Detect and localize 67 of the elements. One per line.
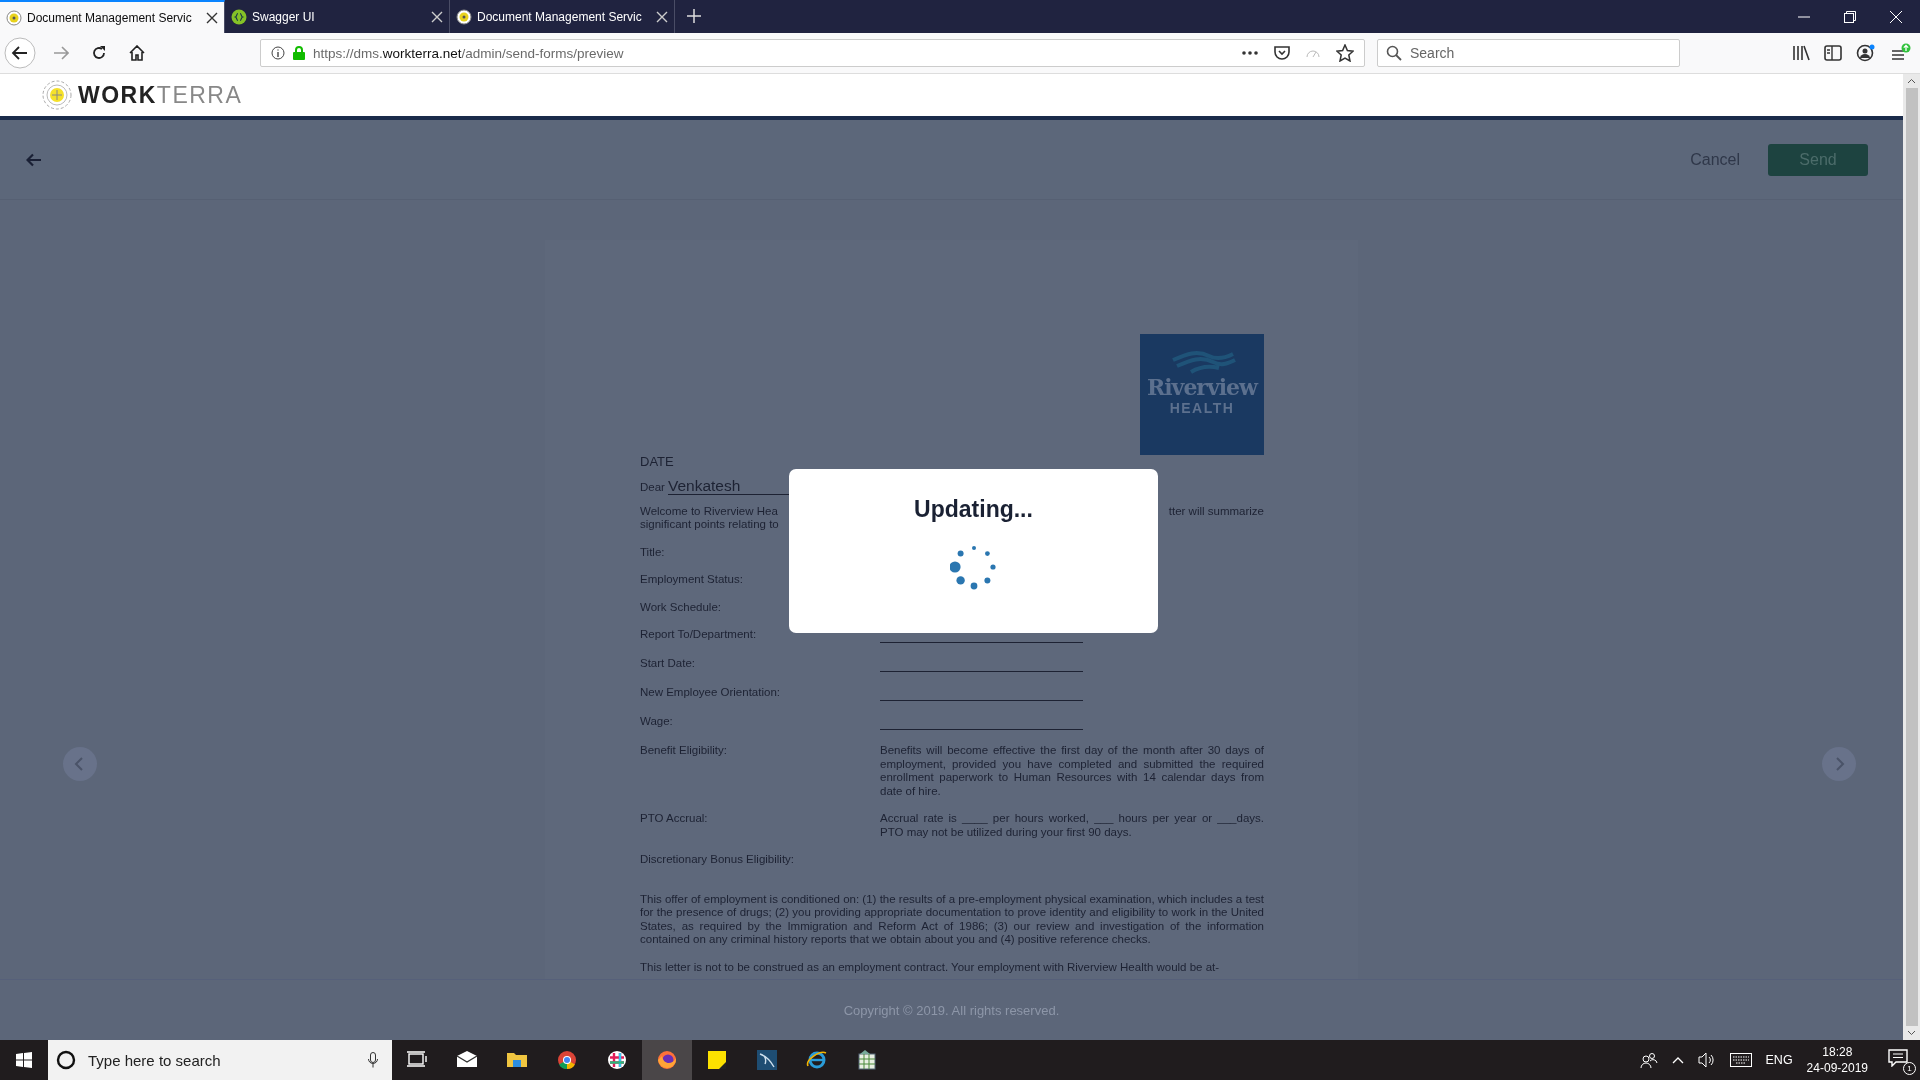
braces-icon [231, 8, 247, 25]
field-label: Employment Status: [640, 573, 744, 587]
field-label: Benefit Eligibility: [640, 744, 728, 758]
forward-icon[interactable] [53, 45, 69, 61]
restore-icon[interactable] [1844, 10, 1856, 23]
browser-tab[interactable]: Document Management Servic [0, 0, 225, 33]
logo-text: WORKTERRA [78, 81, 243, 109]
taskbar-search-field[interactable]: Type here to search [48, 1040, 392, 1080]
scrollbar[interactable] [1903, 74, 1920, 1040]
lock-icon [293, 46, 305, 60]
field-label: Work Schedule: [640, 600, 722, 614]
back-icon[interactable] [4, 37, 36, 69]
field-text: Accrual rate is ____ per hours worked, ___ hours per year or ___days. PTO may not be utilized during your first 90 days. [880, 812, 1264, 839]
chevron-up-icon[interactable] [1671, 1056, 1684, 1064]
menu-icon[interactable] [1890, 43, 1912, 63]
info-icon [271, 46, 285, 60]
field-label: Report To/Department: [640, 628, 758, 642]
home-icon[interactable] [129, 45, 145, 61]
paragraph: This letter is not to be construed as an employment contract. Your employment with Riverview Health would be at- [640, 960, 1221, 974]
field-label: Discretionary Bonus Eligibility: [640, 853, 796, 867]
field-label: PTO Accrual: [640, 812, 709, 826]
account-icon[interactable] [1856, 44, 1876, 62]
salutation: Dear [640, 481, 665, 495]
dialog-title: Updating... [914, 496, 1033, 523]
back-arrow-icon[interactable] [26, 152, 42, 167]
spinner-icon [949, 543, 998, 591]
microphone-icon [368, 1052, 378, 1068]
search-field[interactable]: Search [1377, 39, 1680, 67]
search-icon [1386, 45, 1402, 61]
letter-text: tter will summarize [1168, 504, 1264, 519]
close-icon[interactable] [206, 11, 218, 24]
letter-text: significant points relating to [640, 518, 779, 532]
target-icon [6, 9, 22, 26]
speaker-icon[interactable] [1697, 1052, 1716, 1068]
logo-icon [42, 80, 72, 110]
field-label: Wage: [640, 715, 674, 729]
reload-icon[interactable] [91, 45, 107, 61]
library-icon[interactable] [1792, 45, 1810, 61]
hospital-logo: Riverview HEALTH [1140, 334, 1264, 455]
scroll-down-icon [1907, 1030, 1916, 1036]
globe-fox-icon[interactable] [642, 1040, 692, 1080]
windows-icon[interactable] [16, 1052, 32, 1068]
plus-icon[interactable] [687, 9, 701, 23]
star-icon[interactable] [1336, 44, 1354, 62]
field-text: Benefits will become effective the first day of the month after 30 days of employment, provided you have completed and submitted the required enrollment paperwork to Human Resources with 14 calendar days from date of hire. [880, 744, 1264, 798]
cortana-icon [56, 1050, 76, 1070]
field-label: Start Date: [640, 657, 696, 671]
address-bar[interactable]: https://dms.workterra.net/admin/send-forms/preview [260, 39, 1365, 67]
url-text: https://dms.workterra.net/admin/send-forms/preview [313, 45, 624, 61]
people-icon[interactable] [1639, 1052, 1658, 1068]
field-label: New Employee Orientation: [640, 686, 781, 700]
language-indicator[interactable]: ENG [1765, 1053, 1793, 1067]
more-icon[interactable] [1242, 51, 1258, 55]
pocket-icon[interactable] [1274, 46, 1290, 60]
letter-text: Welcome to Riverview Hea [640, 504, 779, 518]
sidebar-icon[interactable] [1824, 45, 1842, 61]
clock-time[interactable]: 18:28 [1822, 1044, 1853, 1060]
notification-icon[interactable] [1888, 1049, 1908, 1067]
paragraph: This offer of employment is conditioned on: (1) the results of a pre-employment physical examination, which includes a test for the presence of drugs; (2) you providing appropriate documentation to prove identity and eligibility to work in the United States, as required by the Immigration and Reform Act of 1986; (3) our review and investigation of the information contained on any criminal history reports that we obtain about you and (4) positive reference checks. [640, 892, 1264, 947]
scroll-up-icon [1907, 78, 1916, 84]
date-label: DATE [640, 455, 674, 469]
notification-count: 1 [1903, 1062, 1916, 1075]
field-label: Title: [640, 545, 666, 559]
target-icon [456, 8, 472, 25]
scroll-thumb[interactable] [1905, 88, 1918, 1026]
clock-date[interactable]: 24-09-2019 [1806, 1060, 1868, 1076]
keyboard-icon[interactable] [1729, 1053, 1752, 1067]
